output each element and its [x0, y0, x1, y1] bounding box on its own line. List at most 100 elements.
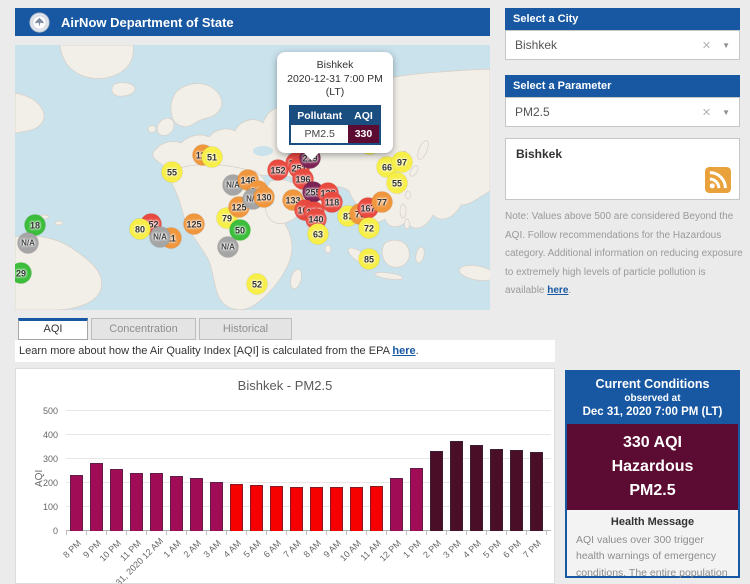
- chart-x-tick: [546, 531, 547, 535]
- popup-pollutant-value: PM2.5: [290, 124, 349, 144]
- header-bar: AirNow Department of State: [15, 8, 490, 36]
- aqi-marker[interactable]: 80: [129, 218, 151, 240]
- chart-x-tick: [406, 531, 407, 535]
- aqi-marker[interactable]: 55: [161, 161, 183, 183]
- cc-aqi-box: 330 AQI Hazardous PM2.5: [567, 424, 738, 510]
- chart-x-tick: [186, 531, 187, 535]
- aqi-marker[interactable]: 51: [201, 146, 223, 168]
- chart-y-tick: 200: [42, 478, 58, 488]
- chart-gridline: [66, 410, 551, 411]
- chart-bar[interactable]: [70, 474, 83, 531]
- aqi-marker[interactable]: N/A: [217, 236, 239, 258]
- aqi-marker[interactable]: 72: [358, 217, 380, 239]
- chart-bar[interactable]: [110, 469, 123, 531]
- aqi-marker[interactable]: 55: [386, 172, 408, 194]
- chart-bar[interactable]: [90, 463, 103, 531]
- cc-aqi-category: Hazardous: [611, 458, 694, 475]
- aqi-marker[interactable]: 97: [391, 151, 413, 173]
- cc-health-section: Health Message AQI values over 300 trigg…: [567, 510, 738, 584]
- select-parameter-header: Select a Parameter: [505, 75, 740, 97]
- aqi-marker[interactable]: 52: [246, 273, 268, 295]
- chart-y-tick: 400: [42, 430, 58, 440]
- note-suffix: .: [568, 285, 572, 296]
- chart-bar[interactable]: [310, 487, 323, 531]
- chart-bar[interactable]: [430, 450, 443, 531]
- chart-bar[interactable]: [450, 441, 463, 531]
- chart-x-tick: [326, 531, 327, 535]
- chart-bar[interactable]: [330, 486, 343, 531]
- chart-x-tick: [246, 531, 247, 535]
- chart-bar[interactable]: [130, 473, 143, 531]
- tab-historical[interactable]: Historical: [199, 318, 292, 340]
- chart-bar[interactable]: [250, 484, 263, 531]
- popup-col-pollutant: Pollutant: [290, 105, 349, 125]
- aqi-marker[interactable]: N/A: [17, 232, 39, 254]
- chart-plot: 0 100 200 300 400 500 8 PM 9 PM 10 PM 11 PM 31, 20…: [43, 406, 551, 584]
- parameter-clear-icon[interactable]: ✕: [702, 106, 711, 119]
- cc-observed-at: observed at: [624, 393, 681, 404]
- learn-more-here-link[interactable]: here: [392, 345, 415, 357]
- chart-x-tick: [126, 531, 127, 535]
- chart-bar[interactable]: [370, 486, 383, 531]
- parameter-caret-icon[interactable]: ▼: [722, 108, 730, 117]
- tab-concentration[interactable]: Concentration: [91, 318, 196, 340]
- chart-bar[interactable]: [470, 445, 483, 531]
- chart-y-tick: 300: [42, 454, 58, 464]
- aqi-marker[interactable]: 85: [358, 248, 380, 270]
- aqi-marker[interactable]: N/A: [149, 226, 171, 248]
- chart-x-tick: [466, 531, 467, 535]
- chart-y-tick: 100: [42, 502, 58, 512]
- popup-aqi-value: 330: [348, 124, 380, 144]
- chart-bar[interactable]: [410, 467, 423, 531]
- chart-x-tick: [86, 531, 87, 535]
- app: AirNow Department of State 18 N/A 29 55 …: [0, 0, 750, 584]
- chart-bar[interactable]: [350, 486, 363, 531]
- chart-x-tick: [226, 531, 227, 535]
- chart-bar[interactable]: [170, 476, 183, 531]
- chart-bar[interactable]: [510, 449, 523, 531]
- chart-x-tick: [66, 531, 67, 535]
- note-here-link[interactable]: here: [547, 285, 568, 296]
- parameter-select-value: PM2.5: [515, 105, 550, 119]
- city-select[interactable]: Bishkek ✕ ▼: [505, 30, 740, 60]
- aqi-marker[interactable]: 63: [307, 223, 329, 245]
- aqi-chart-panel: Bishkek - PM2.5 AQI 0 100 200 300 400 500 8 PM…: [15, 368, 555, 584]
- aqi-marker[interactable]: 130: [253, 186, 275, 208]
- cc-title: Current Conditions: [595, 377, 710, 391]
- parameter-select[interactable]: PM2.5 ✕ ▼: [505, 97, 740, 127]
- chart-bar[interactable]: [530, 451, 543, 531]
- chart-bar[interactable]: [150, 473, 163, 531]
- chart-x-tick: [346, 531, 347, 535]
- chart-bar[interactable]: [290, 486, 303, 531]
- chart-x-tick: [426, 531, 427, 535]
- aqi-marker[interactable]: 125: [183, 213, 205, 235]
- chart-bar[interactable]: [270, 485, 283, 531]
- chart-bar[interactable]: [190, 478, 203, 531]
- chart-bar[interactable]: [490, 449, 503, 531]
- chart-x-tick: [166, 531, 167, 535]
- city-clear-icon[interactable]: ✕: [702, 39, 711, 52]
- health-message-text: AQI values over 300 trigger health warni…: [576, 534, 729, 584]
- chart-bar[interactable]: [210, 482, 223, 531]
- chart-bar[interactable]: [390, 477, 403, 531]
- map-popup: Bishkek 2020-12-31 7:00 PM (LT) Pollutan…: [277, 52, 393, 161]
- aqi-marker[interactable]: 77: [371, 191, 393, 213]
- chart-x-tick: [386, 531, 387, 535]
- city-caret-icon[interactable]: ▼: [722, 41, 730, 50]
- popup-datetime: 2020-12-31 7:00 PM: [287, 72, 383, 85]
- chart-bar[interactable]: [230, 483, 243, 531]
- world-map[interactable]: 18N/A2955115511528011N/A12579N/A14612514…: [15, 45, 490, 310]
- rss-icon[interactable]: [705, 167, 731, 193]
- chart-gridline: [66, 434, 551, 435]
- chart-x-tick: [146, 531, 147, 535]
- tab-aqi[interactable]: AQI: [18, 318, 88, 340]
- tab-bar: AQI Concentration Historical: [15, 318, 555, 340]
- chart-x-tick: [486, 531, 487, 535]
- current-conditions-panel: Current Conditions observed at Dec 31, 2…: [565, 370, 740, 584]
- health-message-title: Health Message: [610, 516, 695, 528]
- learn-more-suffix: .: [415, 345, 419, 357]
- cc-datetime: Dec 31, 2020 7:00 PM (LT): [582, 406, 723, 418]
- cc-aqi-pollutant: PM2.5: [629, 482, 676, 499]
- popup-city: Bishkek: [316, 59, 354, 71]
- aqi-marker[interactable]: 29: [15, 262, 32, 284]
